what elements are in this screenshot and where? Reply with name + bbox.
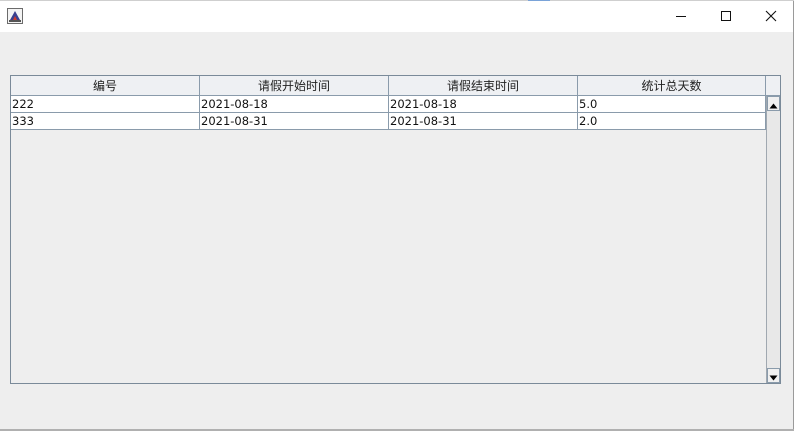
vertical-scrollbar[interactable]	[766, 96, 780, 383]
column-header-id[interactable]: 编号	[11, 76, 200, 95]
close-icon	[765, 7, 777, 26]
java-app-icon	[7, 8, 23, 24]
minimize-icon	[675, 7, 687, 26]
cell-start-time[interactable]: 2021-08-18	[200, 96, 389, 112]
cell-end-time[interactable]: 2021-08-18	[389, 96, 578, 112]
cell-id[interactable]: 333	[11, 113, 200, 129]
close-button[interactable]	[748, 1, 794, 32]
column-header-start-time[interactable]: 请假开始时间	[200, 76, 389, 95]
table-row[interactable]: 333 2021-08-31 2021-08-31 2.0	[11, 113, 766, 130]
cell-total-days[interactable]: 2.0	[578, 113, 766, 129]
maximize-icon	[720, 7, 732, 26]
header-corner	[766, 76, 780, 96]
column-header-end-time[interactable]: 请假结束时间	[389, 76, 578, 95]
title-bar[interactable]	[0, 1, 793, 32]
table-body: 222 2021-08-18 2021-08-18 5.0 333 2021-0…	[11, 96, 766, 130]
arrow-down-icon	[769, 366, 778, 385]
leave-table: 编号 请假开始时间 请假结束时间 统计总天数 222 2021-08-18 20…	[10, 75, 781, 384]
column-header-total-days[interactable]: 统计总天数	[578, 76, 766, 95]
arrow-up-icon	[769, 94, 778, 113]
app-window: 编号 请假开始时间 请假结束时间 统计总天数 222 2021-08-18 20…	[0, 0, 794, 431]
scroll-up-button[interactable]	[767, 96, 780, 111]
minimize-button[interactable]	[658, 1, 704, 32]
cell-end-time[interactable]: 2021-08-31	[389, 113, 578, 129]
table-row[interactable]: 222 2021-08-18 2021-08-18 5.0	[11, 96, 766, 113]
table-header: 编号 请假开始时间 请假结束时间 统计总天数	[11, 76, 766, 96]
cell-start-time[interactable]: 2021-08-31	[200, 113, 389, 129]
cell-total-days[interactable]: 5.0	[578, 96, 766, 112]
maximize-button[interactable]	[703, 1, 749, 32]
cell-id[interactable]: 222	[11, 96, 200, 112]
scroll-down-button[interactable]	[767, 368, 780, 383]
